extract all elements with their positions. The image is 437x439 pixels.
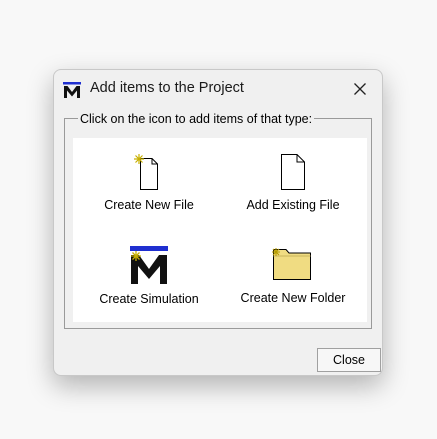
file-icon[interactable] [276, 153, 310, 191]
app-logo-icon [63, 82, 81, 98]
create-new-file-label: Create New File [104, 198, 194, 212]
items-panel: Create New File Add Existing File Create… [73, 138, 367, 322]
add-items-dialog: Add items to the Project Click on the ic… [53, 69, 383, 376]
create-new-folder-label: Create New Folder [240, 291, 346, 305]
add-existing-file-item[interactable]: Add Existing File [223, 153, 363, 217]
title-bar: Add items to the Project [54, 70, 382, 108]
dialog-title: Add items to the Project [90, 80, 244, 96]
add-existing-file-label: Add Existing File [246, 198, 340, 212]
create-simulation-label: Create Simulation [99, 292, 199, 306]
create-new-file-item[interactable]: Create New File [79, 153, 219, 217]
close-icon[interactable] [348, 77, 372, 101]
new-file-icon[interactable] [132, 153, 166, 191]
group-legend: Click on the icon to add items of that t… [78, 112, 315, 126]
new-folder-icon[interactable] [270, 246, 316, 282]
create-simulation-item[interactable]: Create Simulation [79, 246, 219, 310]
simulation-icon[interactable] [129, 246, 169, 286]
create-new-folder-item[interactable]: Create New Folder [223, 246, 363, 310]
close-button[interactable]: Close [317, 348, 381, 372]
